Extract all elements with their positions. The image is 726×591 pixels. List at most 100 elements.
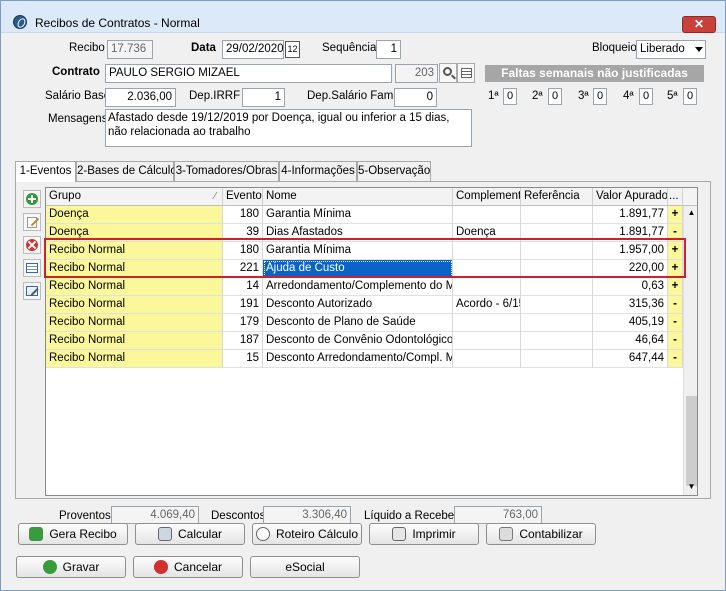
cell-referencia[interactable]: [521, 206, 593, 224]
cell-grupo[interactable]: Recibo Normal: [46, 278, 223, 296]
salario-field[interactable]: 2.036,00: [105, 88, 176, 107]
cell-referencia[interactable]: [521, 242, 593, 260]
cell-complemento[interactable]: [453, 332, 521, 350]
data-field[interactable]: 29/02/2020: [222, 40, 284, 59]
scroll-down-icon[interactable]: ▼: [687, 482, 696, 491]
cell-evento[interactable]: 191: [223, 296, 263, 314]
cell-indicator[interactable]: -: [668, 314, 683, 332]
table-row[interactable]: Recibo Normal 179 Desconto de Plano de Saú…: [46, 314, 683, 332]
contrato-field[interactable]: PAULO SERGIO MIZAEL: [105, 64, 392, 83]
vertical-scrollbar[interactable]: ▲ ▼: [683, 206, 697, 495]
table-row[interactable]: Recibo Normal 191 Desconto Autorizado Acord…: [46, 296, 683, 314]
col-nome[interactable]: Nome: [263, 188, 453, 206]
cell-grupo[interactable]: Recibo Normal: [46, 242, 223, 260]
cell-grupo[interactable]: Recibo Normal: [46, 296, 223, 314]
add-icon[interactable]: [23, 190, 41, 208]
cell-grupo[interactable]: Doença: [46, 224, 223, 242]
table-row[interactable]: Doença 39 Dias Afastados Doença 1.891,77-: [46, 224, 683, 242]
cell-referencia[interactable]: [521, 314, 593, 332]
table-row[interactable]: Recibo Normal 187 Desconto de Convênio Odo…: [46, 332, 683, 350]
cell-indicator[interactable]: -: [668, 350, 683, 368]
cell-grupo[interactable]: Doença: [46, 206, 223, 224]
salfam-field[interactable]: 0: [394, 88, 437, 107]
cell-nome[interactable]: Ajuda de Custo: [263, 260, 453, 278]
col-valor[interactable]: Valor Apurado: [593, 188, 668, 206]
col-complemento[interactable]: Complemento: [453, 188, 521, 206]
cell-complemento[interactable]: [453, 242, 521, 260]
bloqueio-select[interactable]: Liberado: [636, 40, 706, 59]
cell-valor[interactable]: 315,36: [593, 296, 668, 314]
cell-grupo[interactable]: Recibo Normal: [46, 332, 223, 350]
cell-evento[interactable]: 180: [223, 242, 263, 260]
cell-nome[interactable]: Arredondamento/Complemento do Mês: [263, 278, 453, 296]
cell-referencia[interactable]: [521, 332, 593, 350]
cell-nome[interactable]: Desconto de Plano de Saúde: [263, 314, 453, 332]
cell-indicator[interactable]: +: [668, 242, 683, 260]
gera-recibo-button[interactable]: Gera Recibo: [18, 523, 128, 545]
calendar-icon[interactable]: 12: [285, 41, 300, 58]
cell-evento[interactable]: 14: [223, 278, 263, 296]
tab-tomadores[interactable]: 3-Tomadores/Obras: [174, 161, 279, 181]
week-2-field[interactable]: 0: [548, 88, 562, 105]
edit-icon[interactable]: [23, 213, 41, 231]
table-row[interactable]: Doença 180 Garantia Mínima 1.891,77 +: [46, 206, 683, 224]
table-row[interactable]: Recibo Normal 14 Arredondamento/Complement…: [46, 278, 683, 296]
cell-grupo[interactable]: Recibo Normal: [46, 260, 223, 278]
table-row[interactable]: Recibo Normal 221 Ajuda de Custo 220,00 +: [46, 260, 683, 278]
cell-complemento[interactable]: [453, 206, 521, 224]
list-icon[interactable]: [457, 63, 475, 83]
cell-nome[interactable]: Garantia Mínima: [263, 206, 453, 224]
cell-indicator[interactable]: -: [668, 296, 683, 314]
cell-evento[interactable]: 39: [223, 224, 263, 242]
cell-complemento[interactable]: [453, 278, 521, 296]
note-icon[interactable]: [23, 282, 41, 300]
gravar-button[interactable]: Gravar: [16, 556, 126, 578]
cell-indicator[interactable]: +: [668, 260, 683, 278]
cell-valor[interactable]: 1.891,77: [593, 206, 668, 224]
week-4-field[interactable]: 0: [639, 88, 653, 105]
cell-valor[interactable]: 1.957,00: [593, 242, 668, 260]
cell-nome[interactable]: Desconto de Convênio Odontológico: [263, 332, 453, 350]
table-icon[interactable]: [23, 259, 41, 277]
irrf-field[interactable]: 1: [242, 88, 285, 107]
cell-complemento[interactable]: [453, 350, 521, 368]
cell-valor[interactable]: 647,44: [593, 350, 668, 368]
cell-grupo[interactable]: Recibo Normal: [46, 314, 223, 332]
cell-evento[interactable]: 179: [223, 314, 263, 332]
tab-informacoes[interactable]: 4-Informações: [279, 161, 357, 181]
calcular-button[interactable]: Calcular: [135, 523, 245, 545]
cell-indicator[interactable]: +: [668, 278, 683, 296]
cancelar-button[interactable]: Cancelar: [133, 556, 243, 578]
cell-nome[interactable]: Garantia Mínima: [263, 242, 453, 260]
cell-complemento[interactable]: Acordo - 6/15: [453, 296, 521, 314]
cell-evento[interactable]: 15: [223, 350, 263, 368]
col-referencia[interactable]: Referência: [521, 188, 593, 206]
mensagens-field[interactable]: Afastado desde 19/12/2019 por Doença, ig…: [105, 109, 472, 147]
tab-observacao[interactable]: 5-Observação: [357, 161, 431, 181]
cell-valor[interactable]: 1.891,77: [593, 224, 668, 242]
scroll-thumb[interactable]: [686, 396, 697, 486]
tab-eventos[interactable]: 1-Eventos: [15, 161, 76, 182]
cell-valor[interactable]: 46,64: [593, 332, 668, 350]
contabilizar-button[interactable]: Contabilizar: [486, 523, 596, 545]
tab-bases[interactable]: 2-Bases de Cálculo: [76, 161, 177, 181]
week-3-field[interactable]: 0: [593, 88, 607, 105]
cell-valor[interactable]: 405,19: [593, 314, 668, 332]
cell-valor[interactable]: 220,00: [593, 260, 668, 278]
cell-indicator[interactable]: -: [668, 332, 683, 350]
table-row[interactable]: Recibo Normal 180 Garantia Mínima 1.957,00 +: [46, 242, 683, 260]
cell-nome[interactable]: Desconto Autorizado: [263, 296, 453, 314]
roteiro-button[interactable]: Roteiro Cálculo: [252, 523, 362, 545]
cell-complemento[interactable]: [453, 314, 521, 332]
imprimir-button[interactable]: Imprimir: [369, 523, 479, 545]
table-row[interactable]: Recibo Normal 15 Desconto Arredondamento/C…: [46, 350, 683, 368]
cell-nome[interactable]: Dias Afastados: [263, 224, 453, 242]
cell-referencia[interactable]: [521, 350, 593, 368]
col-grupo[interactable]: Grupo ⁄: [46, 188, 223, 206]
scroll-up-icon[interactable]: ▲: [687, 208, 696, 217]
search-icon[interactable]: [439, 63, 457, 83]
cell-referencia[interactable]: [521, 224, 593, 242]
cell-valor[interactable]: 0,63: [593, 278, 668, 296]
cell-evento[interactable]: 180: [223, 206, 263, 224]
cell-referencia[interactable]: [521, 260, 593, 278]
